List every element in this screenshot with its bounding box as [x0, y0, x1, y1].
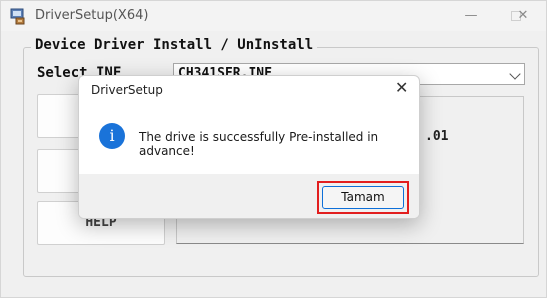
info-icon: i: [99, 123, 125, 149]
title-bar: DriverSetup(X64) — ✕: [1, 1, 546, 31]
dialog-close-button[interactable]: ✕: [395, 78, 408, 97]
message-dialog: DriverSetup ✕ i The drive is successfull…: [78, 75, 420, 219]
driver-info-text: .01: [425, 129, 449, 144]
app-icon: [10, 8, 25, 25]
dialog-message: The drive is successfully Pre-installed …: [139, 130, 379, 158]
chevron-down-icon: [509, 68, 521, 80]
minimize-button[interactable]: —: [449, 1, 493, 31]
ok-button[interactable]: Tamam: [322, 186, 404, 209]
window-title: DriverSetup(X64): [35, 8, 149, 23]
window-close-button[interactable]: ✕: [501, 1, 545, 31]
group-title: Device Driver Install / UnInstall: [31, 37, 318, 53]
dialog-title: DriverSetup: [91, 83, 163, 97]
